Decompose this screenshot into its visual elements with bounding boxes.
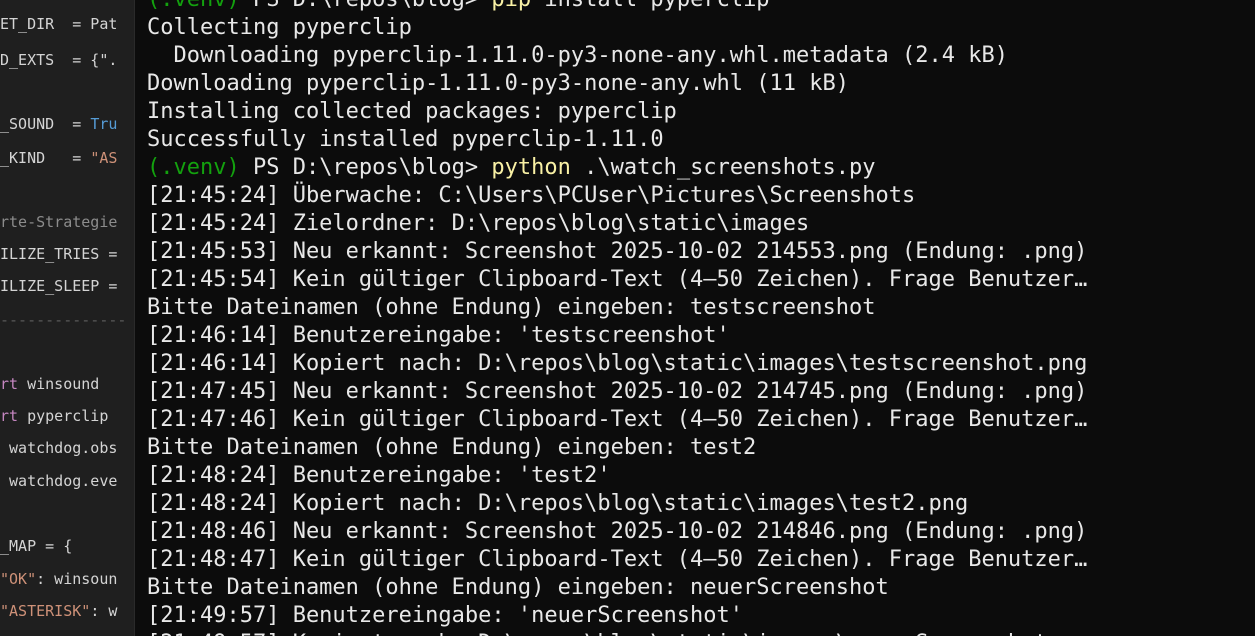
editor-code-line: watchdog.eve [0,471,117,491]
editor-code-line: "ASTERISK": w [0,601,117,621]
editor-code-token: _KIND = [0,149,91,167]
editor-code-token: Tru [90,115,118,133]
terminal-text: Bitte Dateinamen (ohne Endung) eingeben:… [147,295,876,320]
editor-code-line: _MAP = { [0,536,72,556]
terminal-text: Installing collected packages: pyperclip [147,99,677,124]
terminal-line: Downloading pyperclip-1.11.0-py3-none-an… [147,42,1255,70]
terminal-text: [21:49:57] Kopiert nach: D:\repos\blog\s… [147,631,1101,636]
terminal-text: install pyperclip [531,0,769,12]
editor-code-token: _SOUND = [0,115,91,133]
editor-code-line: D_EXTS = {". [0,50,117,70]
terminal-text: [21:45:54] Kein gültiger Clipboard-Text … [147,267,1088,292]
terminal-output: (.venv) PS D:\repos\blog> pip install py… [147,0,1255,636]
editor-code-token: _MAP = { [0,537,73,555]
editor-code-token: watchdog.eve [0,472,118,490]
editor-code-line: "OK": winsoun [0,569,117,589]
terminal-line: [21:48:24] Benutzereingabe: 'test2' [147,462,1255,490]
venv-indicator: (.venv) [147,0,240,12]
desktop-view: ET_DIR = Pat D_EXTS = {". _SOUND = Tru _KIN… [0,0,1255,636]
terminal-line: [21:45:24] Überwache: C:\Users\PCUser\Pi… [147,182,1255,210]
terminal-line: [21:48:47] Kein gültiger Clipboard-Text … [147,546,1255,574]
terminal-text: .\watch_screenshots.py [570,155,876,180]
terminal-line: [21:45:24] Zielordner: D:\repos\blog\sta… [147,210,1255,238]
editor-code-line: -------------- [0,310,126,330]
terminal-line: [21:46:14] Benutzereingabe: 'testscreens… [147,322,1255,350]
terminal-text: [21:48:47] Kein gültiger Clipboard-Text … [147,547,1088,572]
editor-code-line: watchdog.obs [0,438,117,458]
editor-code-token: : winsoun [36,570,118,588]
terminal-line: [21:47:46] Kein gültiger Clipboard-Text … [147,406,1255,434]
terminal-text: [21:48:46] Neu erkannt: Screenshot 2025-… [147,519,1088,544]
terminal-line: [21:48:46] Neu erkannt: Screenshot 2025-… [147,518,1255,546]
terminal-line: Successfully installed pyperclip-1.11.0 [147,126,1255,154]
editor-code-token: D_EXTS = {". [0,51,118,69]
command-name: python [491,155,571,180]
editor-code-token: "OK" [0,570,37,588]
terminal-text: [21:45:24] Zielordner: D:\repos\blog\sta… [147,211,810,236]
editor-code-token: rt [0,407,28,425]
editor-code-line: _SOUND = Tru [0,114,117,134]
editor-code-line: ET_DIR = Pat [0,14,117,34]
terminal-text: Bitte Dateinamen (ohne Endung) eingeben:… [147,575,889,600]
terminal-text: Collecting pyperclip [147,15,412,40]
terminal-text: PS D:\repos\blog> [239,155,492,180]
terminal-line: Bitte Dateinamen (ohne Endung) eingeben:… [147,574,1255,602]
editor-code-token: ILIZE_TRIES = [0,245,118,263]
editor-code-token: rte-Strategie [0,213,118,231]
editor-code-token: rt [0,375,28,393]
terminal-text: [21:48:24] Kopiert nach: D:\repos\blog\s… [147,491,969,516]
editor-code-line: rt winsound [0,374,99,394]
terminal-text: [21:49:57] Benutzereingabe: 'neuerScreen… [147,603,744,628]
code-editor-pane[interactable]: ET_DIR = Pat D_EXTS = {". _SOUND = Tru _KIN… [0,0,134,636]
editor-code-token: -------------- [0,311,127,329]
terminal-line: [21:49:57] Kopiert nach: D:\repos\blog\s… [147,630,1255,636]
terminal-text: [21:45:53] Neu erkannt: Screenshot 2025-… [147,239,1088,264]
terminal-line: [21:46:14] Kopiert nach: D:\repos\blog\s… [147,350,1255,378]
terminal-text: [21:47:46] Kein gültiger Clipboard-Text … [147,407,1088,432]
terminal-line: (.venv) PS D:\repos\blog> pip install py… [147,0,1255,14]
terminal-text: PS D:\repos\blog> [240,0,492,12]
terminal-text: [21:46:14] Benutzereingabe: 'testscreens… [147,323,730,348]
editor-code-token: ILIZE_SLEEP = [0,277,118,295]
terminal-line: [21:49:57] Benutzereingabe: 'neuerScreen… [147,602,1255,630]
terminal-line: Collecting pyperclip [147,14,1255,42]
terminal-line: Bitte Dateinamen (ohne Endung) eingeben:… [147,434,1255,462]
terminal-line: Installing collected packages: pyperclip [147,98,1255,126]
terminal-text: [21:47:45] Neu erkannt: Screenshot 2025-… [147,379,1088,404]
terminal-line: [21:45:53] Neu erkannt: Screenshot 2025-… [147,238,1255,266]
editor-code-token: ET_DIR = Pat [0,15,118,33]
terminal-line: Bitte Dateinamen (ohne Endung) eingeben:… [147,294,1255,322]
editor-code-line: ILIZE_SLEEP = [0,276,117,296]
editor-code-line: rte-Strategie [0,212,117,232]
terminal-text: [21:45:24] Überwache: C:\Users\PCUser\Pi… [147,183,916,208]
editor-code-token: pyperclip [27,407,109,425]
terminal-text: [21:46:14] Kopiert nach: D:\repos\blog\s… [147,351,1088,376]
command-name: pip [491,0,531,12]
terminal-text: Downloading pyperclip-1.11.0-py3-none-an… [147,71,849,96]
editor-code-token: "AS [90,149,118,167]
terminal-line: [21:47:45] Neu erkannt: Screenshot 2025-… [147,378,1255,406]
editor-code-token: watchdog.obs [0,439,118,457]
terminal-line: (.venv) PS D:\repos\blog> python .\watch… [147,154,1255,182]
terminal-line: Downloading pyperclip-1.11.0-py3-none-an… [147,70,1255,98]
editor-code-token: "ASTERISK" [0,602,91,620]
terminal-text: Bitte Dateinamen (ohne Endung) eingeben:… [147,435,757,460]
venv-indicator: (.venv) [147,155,240,180]
terminal-text: Successfully installed pyperclip-1.11.0 [147,127,664,152]
terminal-line: [21:48:24] Kopiert nach: D:\repos\blog\s… [147,490,1255,518]
terminal-line: [21:45:54] Kein gültiger Clipboard-Text … [147,266,1255,294]
terminal-pane[interactable]: (.venv) PS D:\repos\blog> pip install py… [134,0,1255,636]
editor-code-line: ILIZE_TRIES = [0,244,117,264]
terminal-text: [21:48:24] Benutzereingabe: 'test2' [147,463,611,488]
terminal-text: Downloading pyperclip-1.11.0-py3-none-an… [147,43,1008,68]
editor-code-line: rt pyperclip [0,406,108,426]
editor-code-token: : w [90,602,118,620]
editor-code-line: _KIND = "AS [0,148,117,168]
editor-code-token: winsound [27,375,100,393]
